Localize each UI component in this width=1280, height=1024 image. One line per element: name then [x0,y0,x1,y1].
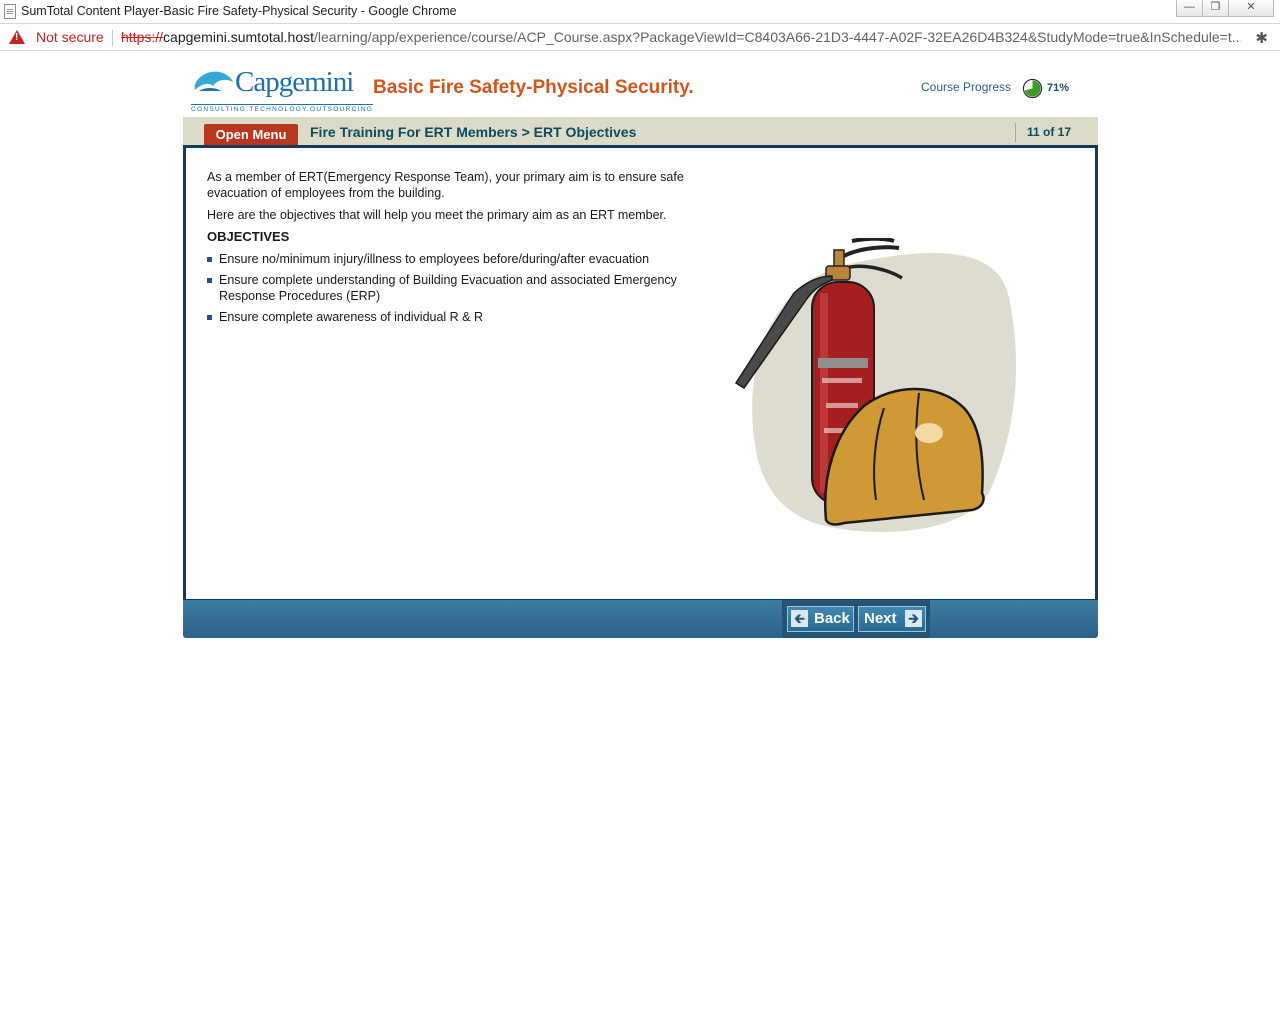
lesson-text: As a member of ERT(Emergency Response Te… [207,169,707,330]
objective-item: Ensure complete awareness of individual … [207,309,707,325]
page-icon [4,4,16,19]
intro-paragraph: As a member of ERT(Emergency Response Te… [207,170,684,200]
objective-item: Ensure no/minimum injury/illness to empl… [207,251,707,267]
url-host: capgemini.sumtotal.host [163,29,314,45]
objectives-list: Ensure no/minimum injury/illness to empl… [207,251,707,325]
back-button[interactable]: 🡰 Back [787,606,854,632]
window-controls: — ❐ ✕ [1176,0,1274,17]
course-nav-bar: Open Menu Fire Training For ERT Members … [183,117,1098,147]
course-footer-bar: 🡰 Back Next 🡲 [183,600,1098,638]
window-title: SumTotal Content Player-Basic Fire Safet… [21,4,457,18]
close-window-button[interactable]: ✕ [1228,0,1274,17]
objective-item: Ensure complete understanding of Buildin… [207,272,707,304]
course-player: Capgemini CONSULTING.TECHNOLOGY.OUTSOURC… [183,60,1098,640]
next-button[interactable]: Next 🡲 [858,606,926,632]
course-title: Basic Fire Safety-Physical Security. [373,77,694,98]
fire-extinguisher-helmet-illustration [734,238,1017,532]
page-counter: 11 of 17 [1015,123,1071,142]
course-progress-value: 71% [1047,82,1070,94]
open-menu-button[interactable]: Open Menu [204,124,298,147]
spade-logo-icon [194,71,233,91]
browser-title-bar: SumTotal Content Player-Basic Fire Safet… [0,0,1280,24]
address-bar[interactable]: ! Not secure https://capgemini.sumtotal.… [0,24,1280,51]
breadcrumb: Fire Training For ERT Members > ERT Obje… [310,124,637,140]
capgemini-logo: Capgemini CONSULTING.TECHNOLOGY.OUTSOURC… [191,66,374,113]
objectives-heading: OBJECTIVES [207,229,290,244]
course-progress-label: Course Progress [921,80,1012,94]
address-separator [112,30,113,46]
arrow-left-icon: 🡰 [791,610,808,627]
url-field[interactable]: https://capgemini.sumtotal.host/learning… [121,29,1241,45]
arrow-right-icon: 🡲 [905,610,922,627]
progress-pie-icon [1022,78,1043,99]
puzzle-piece-icon[interactable]: ✱ [1255,29,1268,47]
next-button-label: Next [864,610,897,627]
logo-tagline: CONSULTING.TECHNOLOGY.OUTSOURCING [191,104,374,113]
url-path: /learning/app/experience/course/ACP_Cour… [314,29,1241,45]
warning-triangle-icon[interactable]: ! [9,30,25,44]
logo-wordmark: Capgemini [235,66,354,98]
minimize-button[interactable]: — [1176,0,1203,17]
back-button-label: Back [814,610,850,627]
objectives-intro: Here are the objectives that will help y… [207,208,667,222]
lesson-content-panel: As a member of ERT(Emergency Response Te… [183,145,1098,602]
url-scheme: https:// [121,29,164,45]
navigation-buttons: 🡰 Back Next 🡲 [782,600,930,638]
restore-button[interactable]: ❐ [1202,0,1229,17]
security-status-label[interactable]: Not secure [36,29,104,45]
